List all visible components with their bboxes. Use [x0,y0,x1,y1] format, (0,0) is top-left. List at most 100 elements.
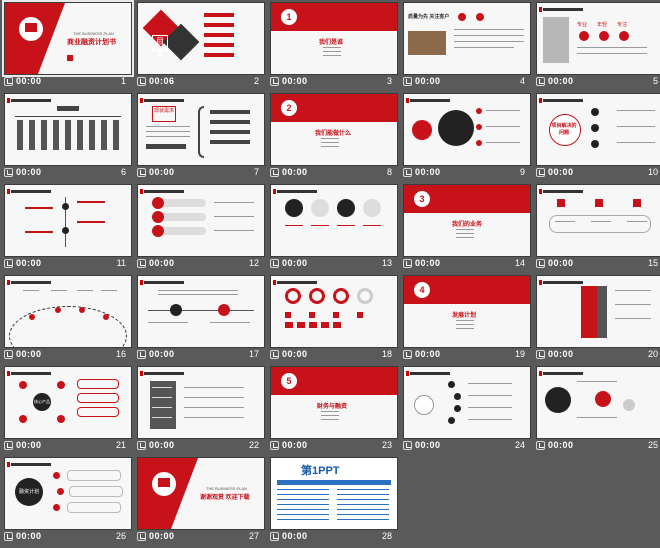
play-animation-icon[interactable] [536,350,545,359]
play-animation-icon[interactable] [536,441,545,450]
slide-preview[interactable] [4,93,132,166]
slide-timing: 00:00 [282,258,308,268]
slide-number: 18 [381,349,392,359]
slide-thumbnail-13[interactable]: 00:00 13 [270,184,398,275]
slide-thumbnail-8[interactable]: 2 我们能做什么 00:00 8 [270,93,398,184]
slide-preview[interactable]: 2 我们能做什么 [270,93,398,166]
play-animation-icon[interactable] [137,259,146,268]
slide-thumbnail-7[interactable]: 现状需求 00:00 7 [137,93,265,184]
slide-timing: 00:00 [548,167,574,177]
slide-number: 14 [514,258,525,268]
slide-thumbnail-15[interactable]: 00:00 15 [536,184,660,275]
slide-thumbnail-16[interactable]: 00:00 16 [4,275,132,366]
play-animation-icon[interactable] [403,168,412,177]
slide-title: 融资计划 [15,478,43,506]
slide-thumbnail-5[interactable]: 专业 年轻 专注 00:00 5 [536,2,660,93]
computer-icon [25,23,37,32]
slide-number: 6 [120,167,126,177]
slide-preview[interactable] [536,366,660,439]
slide-preview[interactable]: 核心产品 [4,366,132,439]
slide-thumbnail-24[interactable]: 00:00 24 [403,366,531,457]
slide-preview[interactable] [4,275,132,348]
play-animation-icon[interactable] [4,350,13,359]
slide-preview[interactable]: 1 我们是谁 [270,2,398,75]
slide-preview[interactable] [403,366,531,439]
slide-preview[interactable] [270,184,398,257]
play-animation-icon[interactable] [403,350,412,359]
slide-thumbnail-19[interactable]: 4 发展计划 00:00 19 [403,275,531,366]
slide-title: 商业融资计划书 [67,39,116,46]
slide-thumbnail-6[interactable]: 00:00 6 [4,93,132,184]
slide-preview[interactable] [137,184,265,257]
slide-timing: 00:00 [16,258,42,268]
slide-thumbnail-23[interactable]: 5 财务与融资 00:00 23 [270,366,398,457]
slide-subtitle: THE BUSINESS PLAN [73,31,114,36]
slide-preview[interactable] [4,184,132,257]
play-animation-icon[interactable] [137,168,146,177]
play-animation-icon[interactable] [536,77,545,86]
play-animation-icon[interactable] [137,532,146,541]
play-animation-icon[interactable] [536,259,545,268]
slide-preview[interactable]: 目录 [137,2,265,75]
slide-thumbnail-2[interactable]: 目录 00:06 2 [137,2,265,93]
play-animation-icon[interactable] [4,77,13,86]
play-animation-icon[interactable] [137,350,146,359]
play-animation-icon[interactable] [536,168,545,177]
slide-preview[interactable] [403,93,531,166]
slide-number: 22 [248,440,259,450]
play-animation-icon[interactable] [270,350,279,359]
slide-thumbnail-27[interactable]: THE BUSINESS PLAN 谢谢观赏 欢迎下载 00:00 27 [137,457,265,548]
slide-preview[interactable]: 第1PPT [270,457,398,530]
slide-thumbnail-12[interactable]: 00:00 12 [137,184,265,275]
play-animation-icon[interactable] [270,532,279,541]
play-animation-icon[interactable] [4,168,13,177]
play-animation-icon[interactable] [403,259,412,268]
slide-thumbnail-22[interactable]: 00:00 22 [137,366,265,457]
play-animation-icon[interactable] [270,441,279,450]
slide-timing: 00:00 [149,167,175,177]
slide-thumbnail-10[interactable]: 项目解决的问题 00:00 10 [536,93,660,184]
slide-thumbnail-20[interactable]: 00:00 20 [536,275,660,366]
slide-preview[interactable]: 专业 年轻 专注 [536,2,660,75]
slide-preview[interactable]: 现状需求 [137,93,265,166]
play-animation-icon[interactable] [403,441,412,450]
slide-thumbnail-11[interactable]: 00:00 11 [4,184,132,275]
slide-thumbnail-17[interactable]: 00:00 17 [137,275,265,366]
slide-preview[interactable]: THE BUSINESS PLAN 谢谢观赏 欢迎下载 [137,457,265,530]
slide-thumbnail-18[interactable]: 00:00 18 [270,275,398,366]
slide-timing: 00:00 [415,258,441,268]
play-animation-icon[interactable] [4,259,13,268]
play-animation-icon[interactable] [137,441,146,450]
slide-thumbnail-3[interactable]: 1 我们是谁 00:00 3 [270,2,398,93]
slide-preview[interactable]: 质量为先 关注客户 [403,2,531,75]
slide-preview[interactable]: 4 发展计划 [403,275,531,348]
slide-number: 3 [386,76,392,86]
slide-preview[interactable]: THE BUSINESS PLAN 商业融资计划书 [2,0,134,77]
slide-preview[interactable]: 5 财务与融资 [270,366,398,439]
slide-preview[interactable] [270,275,398,348]
play-animation-icon[interactable] [137,77,146,86]
slide-thumbnail-9[interactable]: 00:00 9 [403,93,531,184]
slide-thumbnail-25[interactable]: 00:00 25 [536,366,660,457]
play-animation-icon[interactable] [270,259,279,268]
play-animation-icon[interactable] [270,168,279,177]
slide-thumbnail-26[interactable]: 融资计划 00:00 26 [4,457,132,548]
play-animation-icon[interactable] [4,441,13,450]
play-animation-icon[interactable] [4,532,13,541]
play-animation-icon[interactable] [270,77,279,86]
slide-preview[interactable] [137,275,265,348]
slide-thumbnail-28[interactable]: 第1PPT 00:00 28 [270,457,398,548]
slide-thumbnail-14[interactable]: 3 我们的业务 00:00 14 [403,184,531,275]
slide-preview[interactable]: 项目解决的问题 [536,93,660,166]
slide-number: 8 [386,167,392,177]
slide-preview[interactable]: 3 我们的业务 [403,184,531,257]
slide-thumbnail-21[interactable]: 核心产品 00:00 21 [4,366,132,457]
slide-preview[interactable] [536,184,660,257]
slide-preview[interactable]: 融资计划 [4,457,132,530]
play-animation-icon[interactable] [403,77,412,86]
slide-thumbnail-4[interactable]: 质量为先 关注客户 00:00 4 [403,2,531,93]
slide-preview[interactable] [137,366,265,439]
slide-preview[interactable] [536,275,660,348]
slide-thumbnail-1[interactable]: THE BUSINESS PLAN 商业融资计划书 00:00 1 [2,0,134,93]
slide-number: 13 [381,258,392,268]
